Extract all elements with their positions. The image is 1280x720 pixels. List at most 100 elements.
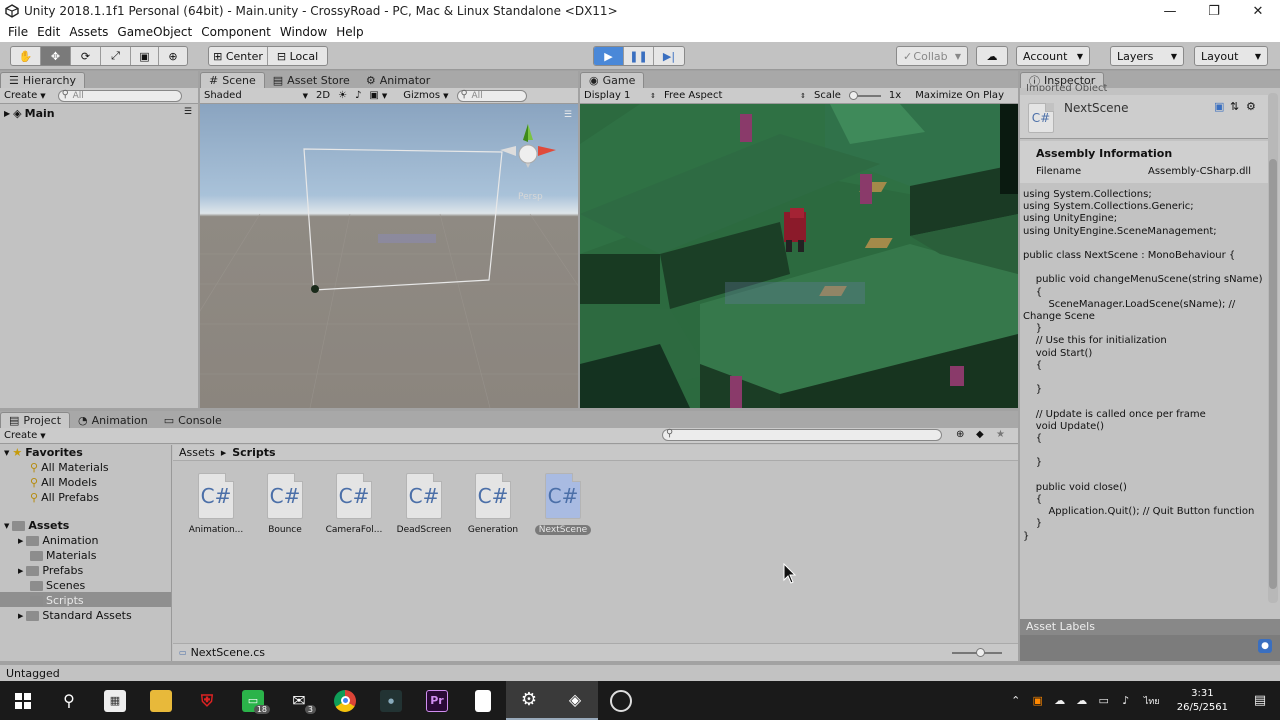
tab-animation[interactable]: ◔ Animation bbox=[70, 412, 156, 428]
tray-app-icon[interactable]: ▣ bbox=[1027, 694, 1049, 707]
script-asset[interactable]: C# DeadScreen bbox=[389, 473, 459, 535]
taskbar-app-red[interactable]: ⛨ bbox=[184, 681, 230, 720]
action-center-icon[interactable]: ▤ bbox=[1240, 693, 1280, 708]
rotate-tool-icon[interactable]: ⟳ bbox=[71, 47, 101, 65]
minimize-button[interactable]: — bbox=[1148, 0, 1192, 22]
help-icon[interactable]: ▣ bbox=[1214, 100, 1224, 113]
collab-dropdown[interactable]: ✓ Collab ▼ bbox=[896, 46, 968, 66]
script-asset[interactable]: C# Generation bbox=[458, 473, 528, 535]
taskbar-notepad[interactable] bbox=[460, 681, 506, 720]
taskbar-settings[interactable]: ⚙ bbox=[506, 681, 552, 720]
step-button-icon[interactable]: ▶| bbox=[654, 47, 684, 65]
2d-toggle[interactable]: 2D bbox=[312, 90, 334, 101]
folder-item[interactable]: ▶ Prefabs bbox=[18, 564, 83, 577]
menu-edit[interactable]: Edit bbox=[37, 25, 60, 39]
pivot-local-button[interactable]: ⊟ Local bbox=[268, 47, 327, 65]
play-button-icon[interactable]: ▶ bbox=[594, 47, 624, 65]
scene-viewport[interactable]: Persp ☰ bbox=[200, 104, 578, 408]
folder-item[interactable]: ▶ Animation bbox=[18, 534, 98, 547]
taskbar-obs[interactable]: ● bbox=[368, 681, 414, 720]
aspect-dropdown[interactable]: Free Aspect ⇕ bbox=[660, 90, 810, 101]
layers-dropdown[interactable]: Layers ▼ bbox=[1110, 46, 1184, 66]
tray-cloud2-icon[interactable]: ☁ bbox=[1071, 694, 1093, 707]
search-by-label-icon[interactable]: ◆ bbox=[976, 429, 984, 440]
menu-help[interactable]: Help bbox=[336, 25, 363, 39]
tab-asset-store[interactable]: ▤ Asset Store bbox=[265, 72, 358, 88]
layout-dropdown[interactable]: Layout ▼ bbox=[1194, 46, 1268, 66]
tab-game[interactable]: ◉ Game bbox=[580, 72, 645, 88]
tag-icon[interactable]: ● bbox=[1258, 639, 1272, 653]
close-button[interactable]: ✕ bbox=[1236, 0, 1280, 22]
favorite-item[interactable]: ⚲ All Materials bbox=[30, 461, 109, 474]
tab-project[interactable]: ▤ Project bbox=[0, 412, 71, 428]
menu-component[interactable]: Component bbox=[201, 25, 271, 39]
inspector-scrollbar[interactable] bbox=[1268, 93, 1278, 603]
scene-search-input[interactable]: All bbox=[456, 89, 527, 102]
tray-network-icon[interactable]: ▭ bbox=[1093, 694, 1115, 707]
search-by-type-icon[interactable]: ⊕ bbox=[956, 429, 964, 440]
maximize-on-play-toggle[interactable]: Maximize On Play bbox=[911, 90, 1008, 101]
script-asset[interactable]: C# Animation... bbox=[181, 473, 251, 535]
search-button[interactable]: ⚲ bbox=[46, 681, 92, 720]
start-button[interactable] bbox=[0, 681, 46, 720]
menu-assets[interactable]: Assets bbox=[69, 25, 108, 39]
folder-item[interactable]: Scenes bbox=[30, 579, 85, 592]
script-asset[interactable]: C# CameraFol... bbox=[319, 473, 389, 535]
lighting-toggle-icon[interactable]: ☀ bbox=[334, 90, 351, 101]
favorites-header[interactable]: ▼ ★ Favorites bbox=[4, 446, 83, 459]
rect-tool-icon[interactable]: ▣ bbox=[131, 47, 159, 65]
favorite-item[interactable]: ⚲ All Prefabs bbox=[30, 491, 99, 504]
tab-hierarchy[interactable]: ☰ Hierarchy bbox=[0, 72, 86, 88]
folder-item-selected[interactable] bbox=[0, 592, 171, 607]
move-tool-icon[interactable]: ✥ bbox=[41, 47, 71, 65]
account-dropdown[interactable]: Account ▼ bbox=[1016, 46, 1090, 66]
script-asset[interactable]: C# Bounce bbox=[250, 473, 320, 535]
menu-gameobject[interactable]: GameObject bbox=[117, 25, 192, 39]
shading-mode-dropdown[interactable]: Shaded ▼ bbox=[200, 90, 312, 101]
tray-language[interactable]: ไทย bbox=[1137, 694, 1167, 708]
breadcrumb-assets[interactable]: Assets bbox=[179, 446, 215, 459]
clock[interactable]: 3:31 26/5/2561 bbox=[1177, 687, 1228, 715]
breadcrumb-scripts[interactable]: Scripts bbox=[232, 446, 275, 459]
audio-toggle-icon[interactable]: ♪ bbox=[351, 90, 365, 101]
tray-expand-icon[interactable]: ⌃ bbox=[1005, 694, 1027, 707]
hierarchy-search-input[interactable]: All bbox=[57, 89, 182, 102]
hierarchy-create-dropdown[interactable]: Create ▼ bbox=[0, 90, 50, 101]
taskbar-recorder[interactable] bbox=[598, 681, 644, 720]
assets-header[interactable]: ▼ Assets bbox=[4, 519, 69, 532]
favorite-star-icon[interactable]: ★ bbox=[996, 429, 1005, 440]
pivot-center-button[interactable]: ⊞ Center bbox=[209, 47, 269, 65]
scale-tool-icon[interactable]: ⤢ bbox=[101, 47, 131, 65]
game-viewport[interactable]: ☰ bbox=[580, 104, 1018, 408]
perspective-label[interactable]: Persp bbox=[518, 192, 543, 202]
tray-cloud-icon[interactable]: ☁ bbox=[1049, 694, 1071, 707]
tab-animator[interactable]: ⚙ Animator bbox=[358, 72, 438, 88]
hand-tool-icon[interactable]: ✋ bbox=[11, 47, 41, 65]
hierarchy-scene-root[interactable]: ▶ ◈ Main bbox=[4, 107, 55, 120]
taskbar-line[interactable]: ▭ 18 bbox=[230, 681, 276, 720]
display-dropdown[interactable]: Display 1 ⇕ bbox=[580, 90, 660, 101]
icon-size-slider-thumb[interactable] bbox=[976, 648, 985, 657]
maximize-button[interactable]: ❐ bbox=[1192, 0, 1236, 22]
tray-speaker-icon[interactable]: ♪ bbox=[1115, 694, 1137, 707]
folder-item[interactable]: Materials bbox=[30, 549, 96, 562]
script-asset-selected[interactable]: C# NextScene bbox=[528, 473, 598, 535]
tab-console[interactable]: ▭ Console bbox=[156, 412, 230, 428]
effects-dropdown-icon[interactable]: ▣ ▼ bbox=[365, 90, 391, 101]
cloud-button[interactable]: ☁ bbox=[976, 46, 1008, 66]
scrollbar-thumb[interactable] bbox=[1269, 159, 1277, 589]
scale-slider[interactable] bbox=[848, 90, 881, 100]
panel-menu-icon[interactable]: ☰ bbox=[564, 110, 572, 120]
project-create-dropdown[interactable]: Create ▼ bbox=[0, 430, 50, 441]
taskbar-premiere[interactable]: Pr bbox=[414, 681, 460, 720]
favorite-item[interactable]: ⚲ All Models bbox=[30, 476, 97, 489]
gizmos-dropdown[interactable]: Gizmos ▼ bbox=[399, 90, 452, 101]
scale-slider-thumb[interactable] bbox=[848, 90, 858, 100]
taskbar-chrome[interactable] bbox=[322, 681, 368, 720]
taskbar-unity[interactable]: ◈ bbox=[552, 681, 598, 720]
gear-icon[interactable]: ⚙ bbox=[1246, 100, 1256, 113]
pause-button-icon[interactable]: ❚❚ bbox=[624, 47, 654, 65]
taskbar-explorer[interactable] bbox=[138, 681, 184, 720]
menu-window[interactable]: Window bbox=[280, 25, 327, 39]
menu-file[interactable]: File bbox=[8, 25, 28, 39]
